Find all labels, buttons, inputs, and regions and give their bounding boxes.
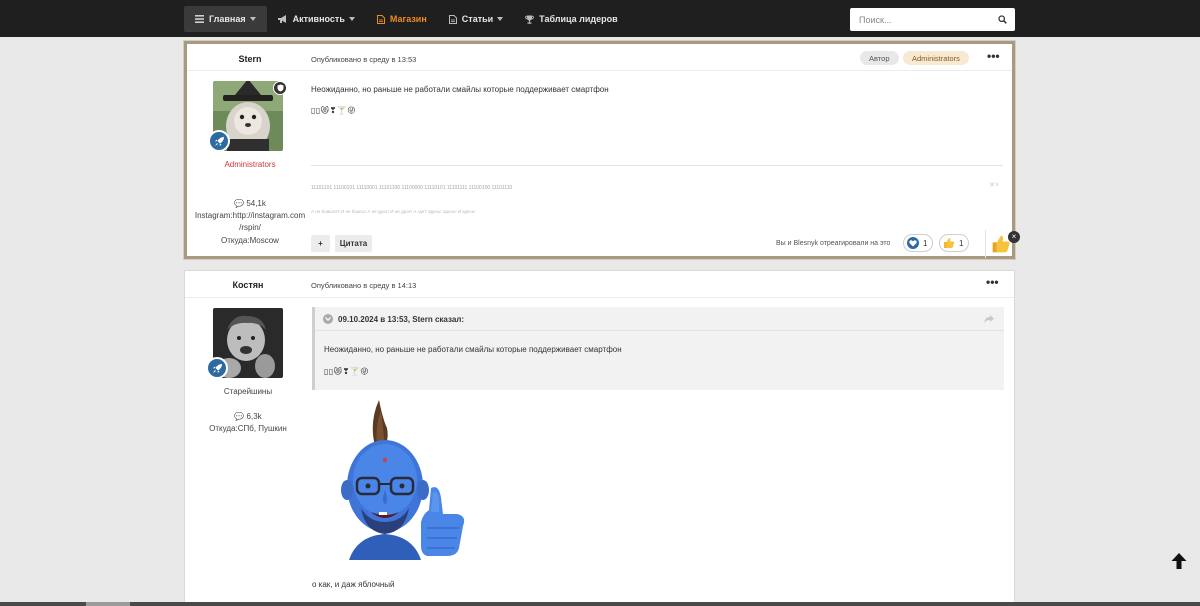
- posts-count-value: 6,3k: [246, 412, 262, 421]
- add-multiquote-button[interactable]: +: [311, 235, 330, 252]
- nav-item-leaderboard[interactable]: Таблица лидеров: [514, 6, 629, 32]
- chevron-down-icon: [348, 17, 355, 21]
- thumbs-up-reaction-icon: [944, 238, 955, 248]
- reaction-count: 1: [959, 238, 964, 248]
- reactions-summary[interactable]: Вы и Blesnyk отреагировали на это: [776, 240, 890, 247]
- scroll-to-top-button[interactable]: [1170, 552, 1188, 575]
- nav-label-shop: Магазин: [389, 14, 427, 24]
- nav-item-shop[interactable]: Магазин: [366, 6, 438, 32]
- nav-item-activity[interactable]: Активность: [267, 6, 366, 32]
- posts-count: 💬 6,3k: [185, 411, 311, 423]
- instagram-line-1: Instagram:http://instagram.com: [194, 211, 306, 220]
- signature-close-icon[interactable]: ✕˅: [989, 181, 999, 189]
- quote-text: Неожиданно, но раньше не работали смайлы…: [324, 345, 622, 354]
- trophy-icon: [525, 15, 535, 24]
- quote-button[interactable]: Цитата: [335, 235, 372, 252]
- main-nav: Главная Активность Магазин Статьи Таблиц…: [184, 6, 629, 32]
- reaction-heart[interactable]: 1: [903, 234, 934, 252]
- quote-citation[interactable]: 09.10.2024 в 13:53, Stern сказал:: [338, 315, 464, 324]
- quote-emoji-line: ▯▯😻❣🍸😜: [324, 367, 370, 376]
- emoji-line: ▯▯😻❣🍸😜: [311, 106, 357, 115]
- location-field: Откуда:СПб, Пушкин: [209, 424, 287, 433]
- reaction-thumbs-up[interactable]: 1: [939, 234, 970, 252]
- post-header: Костян Опубликовано в среду в 14:13 •••: [185, 271, 1014, 298]
- group-badge: Administrators: [903, 51, 969, 65]
- heart-reaction-icon: [907, 237, 919, 249]
- horizontal-scrollbar[interactable]: [0, 602, 1200, 606]
- chevron-down-icon[interactable]: [323, 314, 333, 324]
- search-input[interactable]: [850, 14, 990, 25]
- chevron-down-icon: [249, 17, 256, 21]
- instagram-field: Instagram:http://instagram.com /rspin/: [187, 210, 313, 234]
- scrollbar-thumb[interactable]: [86, 602, 130, 606]
- user-group: Administrators: [224, 160, 276, 169]
- quote-header: 09.10.2024 в 13:53, Stern сказал:: [315, 307, 1004, 331]
- document-icon: [448, 14, 457, 24]
- rocket-icon: [208, 130, 230, 152]
- posts-count-value: 54,1k: [246, 199, 266, 208]
- post-header: Stern Опубликовано в среду в 13:53 Автор…: [187, 44, 1012, 71]
- more-options-icon[interactable]: •••: [987, 49, 1000, 63]
- shield-icon: [273, 81, 287, 95]
- posts-count: 💬 54,1k: [187, 198, 313, 210]
- comment-icon: 💬: [234, 412, 245, 421]
- post-kostyan: Костян Опубликовано в среду в 14:13 ••• …: [184, 270, 1015, 606]
- megaphone-icon: [277, 15, 286, 23]
- close-icon[interactable]: ×: [1008, 231, 1020, 243]
- nav-label-activity: Активность: [292, 14, 345, 24]
- author-badge: Автор: [860, 51, 899, 65]
- author-name[interactable]: Stern: [187, 54, 313, 64]
- chevron-down-icon: [497, 17, 504, 21]
- post-date[interactable]: Опубликовано в среду в 14:13: [311, 281, 416, 290]
- post-date[interactable]: Опубликовано в среду в 13:53: [311, 55, 416, 64]
- signature-text: А не боишся? И не боюсь! А не дрос! И не…: [311, 209, 476, 214]
- nav-label-leaderboard: Таблица лидеров: [539, 14, 618, 24]
- user-group: Старейшины: [223, 387, 273, 396]
- nav-label-articles: Статьи: [461, 14, 494, 24]
- nav-item-articles[interactable]: Статьи: [438, 6, 514, 32]
- signature-binary: 11101101 11100101 11110001 11101100 1110…: [311, 185, 513, 191]
- document-icon: [376, 14, 385, 24]
- nav-label-home: Главная: [209, 14, 246, 24]
- more-options-icon[interactable]: •••: [986, 275, 999, 289]
- reaction-count: 1: [923, 238, 928, 248]
- search-icon[interactable]: [998, 15, 1007, 24]
- arrow-up-icon: [1171, 553, 1187, 569]
- author-name[interactable]: Костян: [185, 280, 311, 290]
- search-box: [850, 8, 1015, 31]
- quote-block: 09.10.2024 в 13:53, Stern сказал: Неожид…: [312, 307, 1004, 390]
- reply-text: о как, и даж яблочный: [312, 580, 395, 589]
- comment-icon: 💬: [234, 199, 245, 208]
- top-navigation-bar: Главная Активность Магазин Статьи Таблиц…: [0, 0, 1200, 37]
- memoji-thumbs-up-image[interactable]: [335, 398, 475, 560]
- signature-separator: [311, 165, 1003, 166]
- list-icon: [195, 15, 204, 23]
- memoji-icon: [341, 400, 465, 560]
- post-text: Неожиданно, но раньше не работали смайлы…: [311, 85, 609, 94]
- location-field: Откуда:Moscow: [221, 236, 279, 245]
- instagram-line-2: /rspin/: [239, 223, 261, 232]
- share-arrow-icon[interactable]: [984, 315, 994, 323]
- nav-item-home[interactable]: Главная: [184, 6, 267, 32]
- post-stern: Stern Опубликовано в среду в 13:53 Автор…: [184, 41, 1020, 259]
- rocket-icon: [206, 357, 228, 379]
